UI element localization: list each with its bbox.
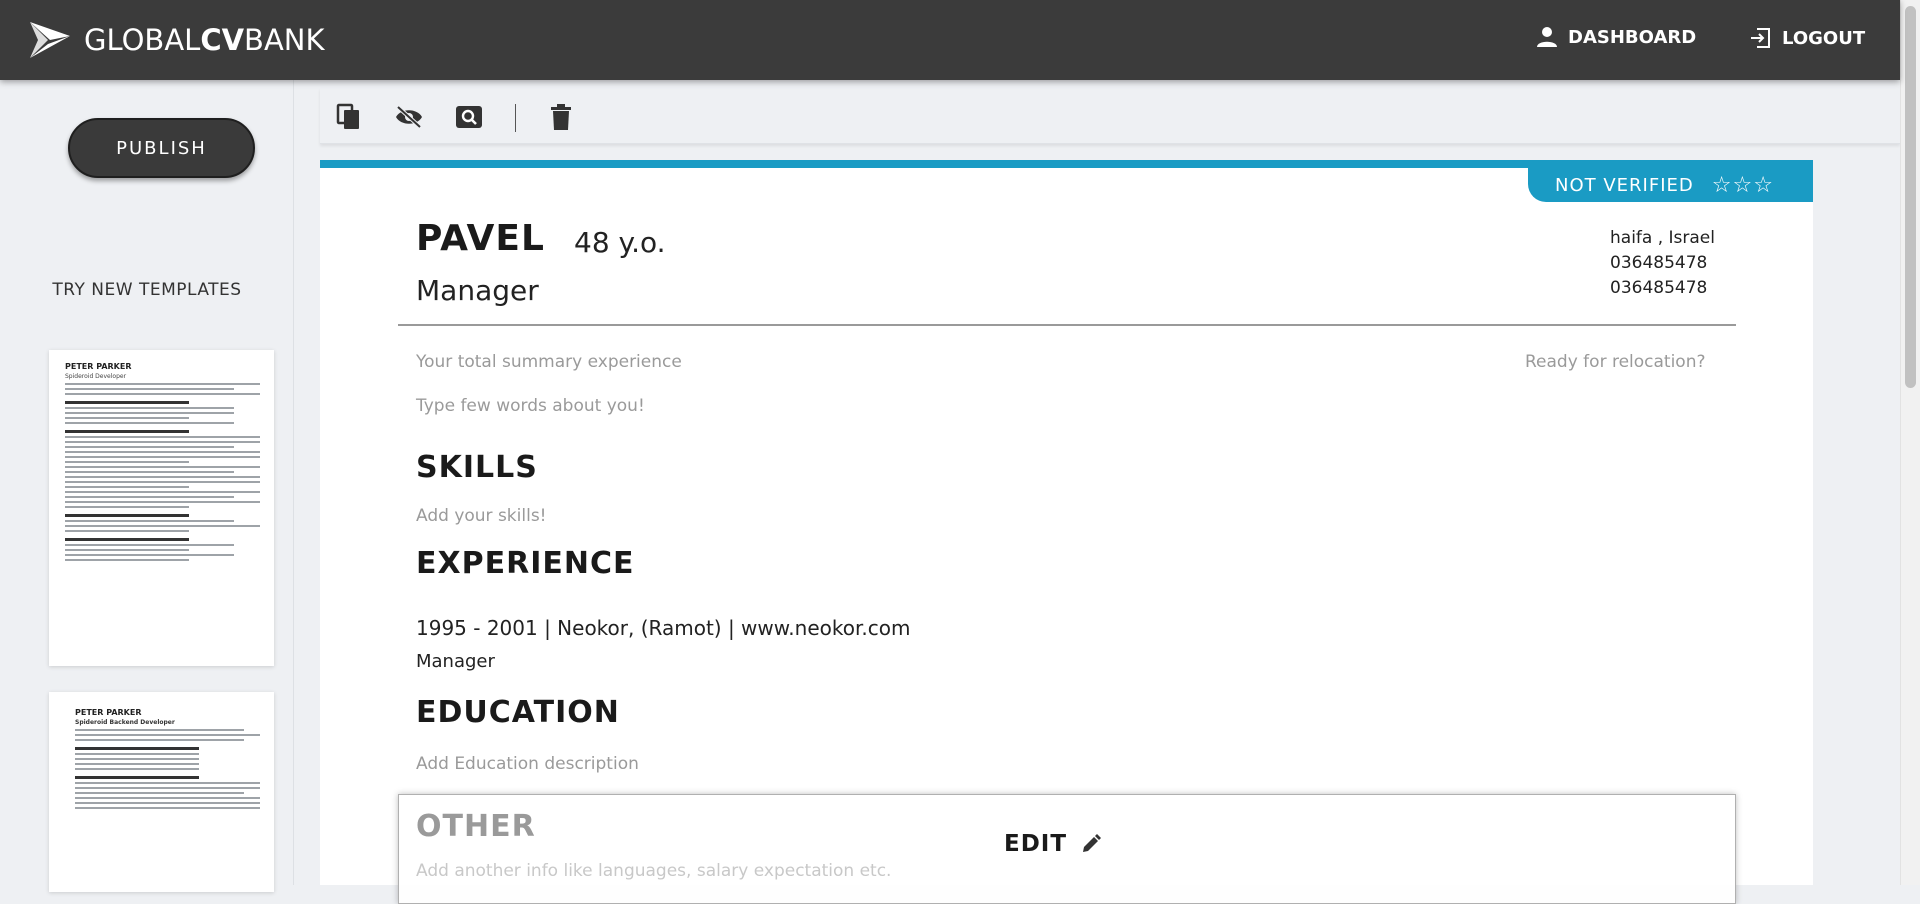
logout-link[interactable]: LOGOUT [1748,26,1865,50]
other-placeholder: Add another info like languages, salary … [416,861,892,881]
pencil-icon [1083,834,1102,852]
publish-button[interactable]: PUBLISH [68,118,255,178]
other-heading: OTHER [416,809,536,844]
dashboard-label: DASHBOARD [1568,26,1697,48]
template-name: PETER PARKER [75,708,142,717]
try-templates-heading: TRY NEW TEMPLATES [52,280,242,300]
dashboard-link[interactable]: DASHBOARD [1536,26,1696,48]
skills-placeholder: Add your skills! [416,506,547,526]
cv-document: NOT VERIFIED ☆☆☆ PAVEL 48 y.o. Manager h… [320,160,1813,904]
template-role: Spideroid Developer [65,373,127,380]
template-role: Spideroid Backend Developer [75,719,175,726]
summary-experience-placeholder: Your total summary experience [416,352,682,372]
relocation-placeholder: Ready for relocation? [1525,352,1706,372]
template-name: PETER PARKER [65,362,132,371]
other-section[interactable]: OTHER Add another info like languages, s… [398,794,1736,904]
logout-icon [1751,28,1770,48]
experience-role: Manager [416,651,495,672]
verification-badge: NOT VERIFIED ☆☆☆ [1528,168,1813,202]
sidebar: PUBLISH TRY NEW TEMPLATES PETER PARKER S… [0,80,294,892]
experience-heading: EXPERIENCE [416,546,635,581]
logo-text: GLOBALCVBANK [84,23,325,57]
location: haifa , Israel [1610,228,1715,248]
education-placeholder: Add Education description [416,754,639,774]
top-navbar: GLOBALCVBANK DASHBOARD LOGOUT [0,0,1900,80]
edit-button[interactable]: EDIT [1004,831,1102,857]
cv-toolbar [320,88,1900,144]
toolbar-separator [515,104,516,132]
template-thumbnail-1[interactable]: PETER PARKER Spideroid Developer [49,350,274,666]
scrollbar-thumb[interactable] [1905,6,1916,388]
phone-1: 036485478 [1610,253,1708,273]
header-divider [398,324,1736,326]
phone-2: 036485478 [1610,278,1708,298]
candidate-age: 48 y.o. [574,226,666,259]
contact-info: haifa , Israel 036485478 036485478 [1610,226,1715,301]
user-icon [1537,27,1557,47]
hide-icon[interactable] [394,102,424,132]
logo-arrow-icon [30,22,70,58]
copy-icon[interactable] [334,102,364,132]
candidate-role: Manager [416,274,539,307]
rating-stars-icon: ☆☆☆ [1711,172,1774,198]
delete-icon[interactable] [546,102,576,132]
edit-label: EDIT [1004,831,1068,857]
experience-entry: 1995 - 2001 | Neokor, (Ramot) | www.neok… [416,616,911,640]
about-placeholder: Type few words about you! [416,396,645,416]
verification-status: NOT VERIFIED [1555,174,1694,196]
skills-heading: SKILLS [416,450,538,485]
page-scrollbar[interactable] [1900,0,1920,885]
candidate-name: PAVEL [416,218,545,259]
template-thumbnail-2[interactable]: PETER PARKER Spideroid Backend Developer [49,692,274,892]
logout-label: LOGOUT [1782,27,1866,49]
logo[interactable]: GLOBALCVBANK [28,18,325,62]
education-heading: EDUCATION [416,695,620,730]
preview-icon[interactable] [454,102,484,132]
